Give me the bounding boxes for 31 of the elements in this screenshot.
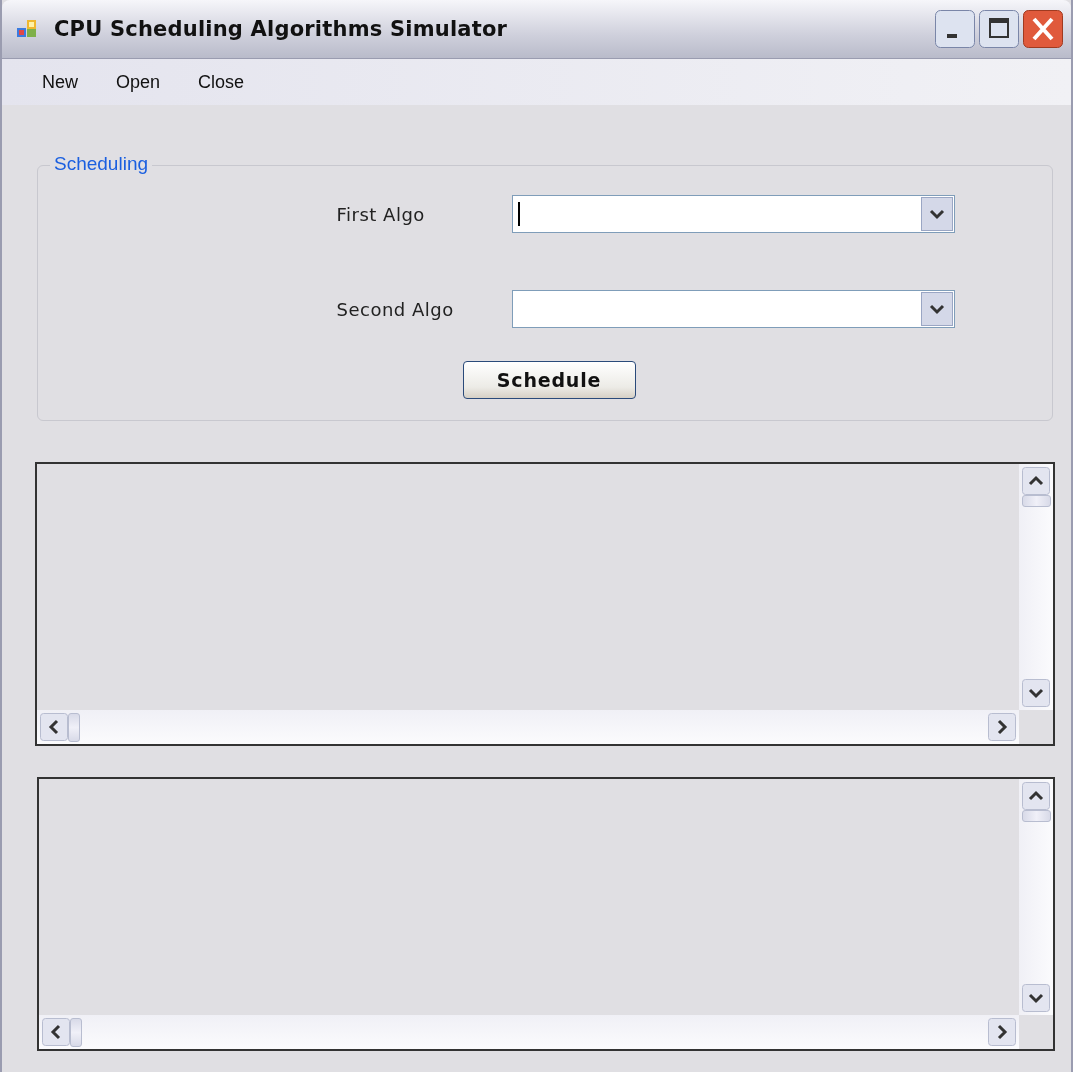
horizontal-scrollbar[interactable] (37, 710, 1053, 744)
scroll-down-button[interactable] (1022, 984, 1050, 1012)
window-title: CPU Scheduling Algorithms Simulator (54, 17, 509, 41)
scroll-left-button[interactable] (40, 713, 68, 741)
field-label: Second Algo (335, 298, 455, 320)
scrollbar-corner (1019, 710, 1053, 744)
scroll-thumb[interactable] (70, 1017, 82, 1047)
scroll-left-button[interactable] (42, 1018, 70, 1046)
maximize-button[interactable] (979, 10, 1019, 48)
scrollbar-corner (1019, 1015, 1053, 1049)
scroll-thumb[interactable] (1021, 495, 1051, 507)
schedule-button[interactable]: Schedule (462, 361, 636, 399)
dropdown-field[interactable] (512, 290, 955, 328)
scroll-down-button[interactable] (1022, 679, 1050, 707)
scroll-right-button[interactable] (988, 713, 1016, 741)
dropdown-field[interactable] (512, 195, 955, 233)
scroll-up-button[interactable] (1022, 782, 1050, 810)
field-label: First Algo (335, 203, 426, 225)
menu-item[interactable]: Open (96, 71, 179, 93)
scroll-right-button[interactable] (988, 1018, 1016, 1046)
menu-item[interactable]: Close (178, 71, 263, 93)
vertical-scrollbar[interactable] (1019, 779, 1053, 1015)
app-icon (16, 18, 38, 40)
horizontal-scrollbar[interactable] (39, 1015, 1053, 1049)
menu-item[interactable]: New (22, 71, 96, 93)
scroll-thumb[interactable] (1021, 810, 1051, 822)
minimize-button[interactable] (935, 10, 975, 48)
close-button[interactable] (1023, 10, 1063, 48)
vertical-scrollbar[interactable] (1019, 464, 1053, 710)
scroll-up-button[interactable] (1022, 467, 1050, 495)
scroll-thumb[interactable] (68, 712, 80, 742)
